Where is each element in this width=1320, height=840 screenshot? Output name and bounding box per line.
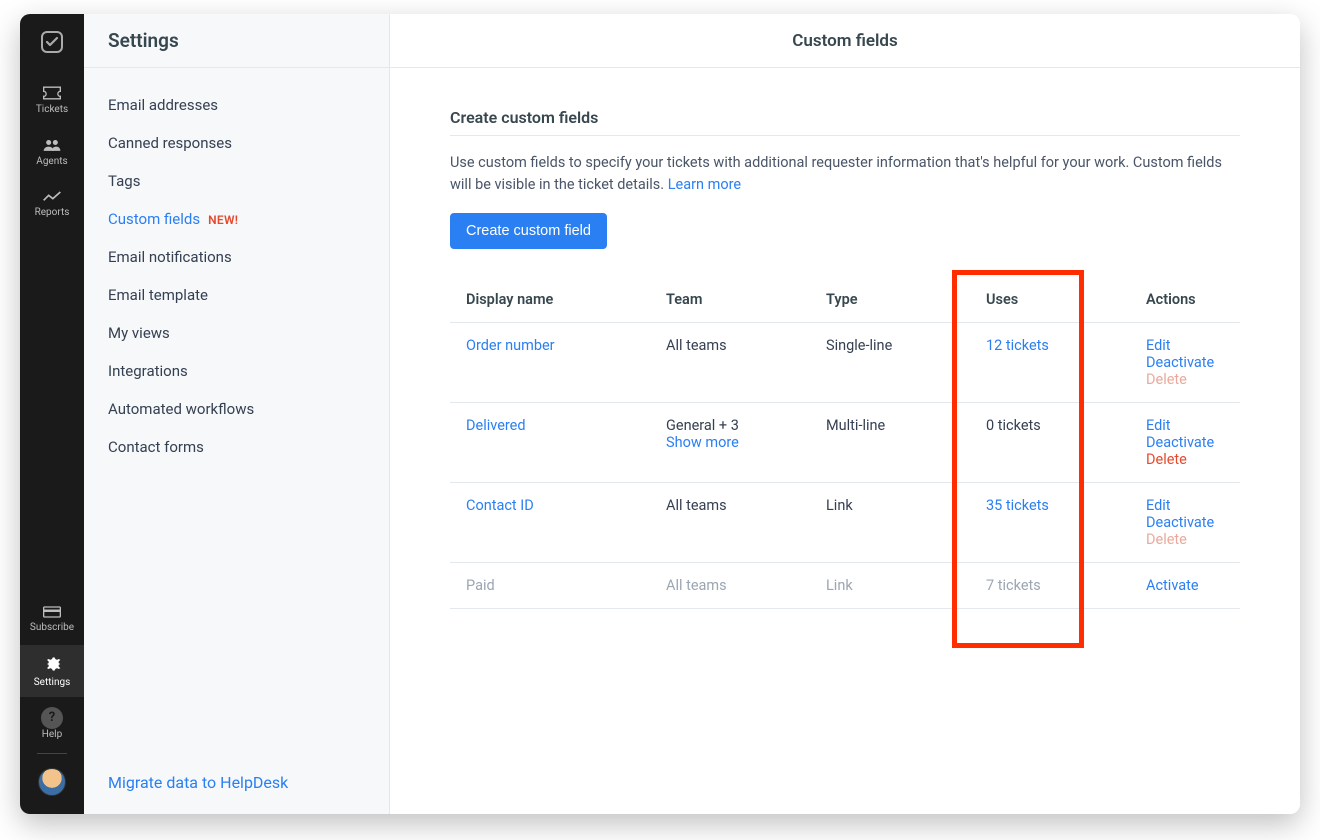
sidebar-item-label: Automated workflows: [108, 400, 254, 418]
edit-link[interactable]: Edit: [1146, 337, 1224, 354]
rail-item-reports[interactable]: Reports: [20, 178, 84, 230]
sidebar-item-label: Email addresses: [108, 96, 218, 114]
rail-item-tickets[interactable]: Tickets: [20, 74, 84, 126]
avatar[interactable]: [38, 768, 66, 796]
credit-card-icon: [42, 605, 62, 619]
sidebar-item-my-views[interactable]: My views: [96, 314, 377, 352]
reports-icon: [42, 190, 62, 204]
type-cell: Link: [810, 562, 970, 608]
th-actions: Actions: [1130, 277, 1240, 323]
main-panel: Custom fields Create custom fields Use c…: [390, 14, 1300, 814]
rail-item-agents[interactable]: Agents: [20, 126, 84, 178]
agents-icon: [42, 137, 62, 153]
custom-fields-table: Display name Team Type Uses Actions Orde…: [450, 277, 1240, 609]
sidebar-item-tags[interactable]: Tags: [96, 162, 377, 200]
team-cell: General + 3: [666, 417, 794, 434]
table-row: Delivered General + 3Show more Multi-line0…: [450, 402, 1240, 482]
migrate-link[interactable]: Migrate data to HelpDesk: [108, 773, 288, 792]
rail-divider: [37, 753, 67, 754]
settings-sidebar: Settings Email addresses Canned responses…: [84, 14, 390, 814]
sidebar-item-contact-forms[interactable]: Contact forms: [96, 428, 377, 466]
sidebar-item-email-template[interactable]: Email template: [96, 276, 377, 314]
sidebar-item-label: Canned responses: [108, 134, 232, 152]
uses-cell: 0 tickets: [970, 402, 1130, 482]
rail-item-help[interactable]: ? Help: [20, 697, 84, 749]
rail-item-settings[interactable]: Settings: [20, 645, 84, 697]
sidebar-item-label: Email notifications: [108, 248, 232, 266]
activate-link[interactable]: Activate: [1146, 577, 1224, 594]
rail-item-label: Tickets: [36, 104, 68, 115]
rail-item-label: Subscribe: [30, 622, 74, 633]
edit-link[interactable]: Edit: [1146, 417, 1224, 434]
field-name-link[interactable]: Delivered: [466, 417, 526, 434]
uses-link[interactable]: 7 tickets: [986, 577, 1041, 594]
section-divider: [450, 135, 1240, 136]
rail-item-subscribe[interactable]: Subscribe: [20, 593, 84, 645]
help-text-body: Use custom fields to specify your ticket…: [450, 154, 1222, 193]
rail-item-label: Settings: [34, 677, 71, 688]
sidebar-item-email-addresses[interactable]: Email addresses: [96, 86, 377, 124]
rail-item-label: Reports: [35, 207, 70, 218]
deactivate-link[interactable]: Deactivate: [1146, 514, 1224, 531]
gear-icon: [42, 654, 62, 674]
uses-link[interactable]: 12 tickets: [986, 337, 1049, 354]
deactivate-link[interactable]: Deactivate: [1146, 354, 1224, 371]
create-custom-field-button[interactable]: Create custom field: [450, 213, 607, 249]
delete-link[interactable]: Delete: [1146, 371, 1224, 388]
sidebar-item-label: Integrations: [108, 362, 188, 380]
help-icon: ?: [41, 707, 63, 729]
field-name-link[interactable]: Order number: [466, 337, 555, 354]
table-row: Contact ID All teams Link 35 tickets EditDea…: [450, 482, 1240, 562]
team-cell: All teams: [666, 337, 794, 354]
team-cell: All teams: [666, 497, 794, 514]
team-cell: All teams: [666, 577, 794, 594]
section-title: Create custom fields: [450, 108, 1240, 127]
sidebar-item-custom-fields[interactable]: Custom fields NEW!: [96, 200, 377, 238]
delete-link[interactable]: Delete: [1146, 531, 1224, 548]
sidebar-item-automated-workflows[interactable]: Automated workflows: [96, 390, 377, 428]
deactivate-link[interactable]: Deactivate: [1146, 434, 1224, 451]
th-display-name: Display name: [450, 277, 650, 323]
app-logo: [38, 28, 66, 56]
uses-link[interactable]: 35 tickets: [986, 497, 1049, 514]
field-name-link[interactable]: Paid: [466, 577, 495, 594]
sidebar-item-email-notifications[interactable]: Email notifications: [96, 238, 377, 276]
th-team: Team: [650, 277, 810, 323]
rail-item-label: Agents: [36, 156, 67, 167]
sidebar-item-integrations[interactable]: Integrations: [96, 352, 377, 390]
ticket-icon: [42, 85, 62, 101]
sidebar-title: Settings: [84, 14, 389, 68]
sidebar-item-label: My views: [108, 324, 170, 342]
show-more-link[interactable]: Show more: [666, 434, 739, 451]
sidebar-item-label: Custom fields: [108, 210, 200, 228]
help-text: Use custom fields to specify your ticket…: [450, 152, 1240, 197]
table-row: Order number All teams Single-line 12 ticke…: [450, 322, 1240, 402]
th-uses: Uses: [970, 277, 1130, 323]
nav-rail: Tickets Agents Reports Subscribe: [20, 14, 84, 814]
type-cell: Single-line: [810, 322, 970, 402]
sidebar-item-canned-responses[interactable]: Canned responses: [96, 124, 377, 162]
th-type: Type: [810, 277, 970, 323]
sidebar-item-label: Contact forms: [108, 438, 204, 456]
sidebar-item-label: Tags: [108, 172, 140, 190]
type-cell: Multi-line: [810, 402, 970, 482]
learn-more-link[interactable]: Learn more: [668, 176, 741, 193]
sidebar-item-label: Email template: [108, 286, 208, 304]
table-row: Paid All teams Link 7 tickets Activate: [450, 562, 1240, 608]
delete-link[interactable]: Delete: [1146, 451, 1224, 468]
new-badge: NEW!: [208, 213, 238, 227]
type-cell: Link: [810, 482, 970, 562]
rail-item-label: Help: [42, 729, 62, 740]
edit-link[interactable]: Edit: [1146, 497, 1224, 514]
page-title: Custom fields: [390, 14, 1300, 68]
field-name-link[interactable]: Contact ID: [466, 497, 534, 514]
